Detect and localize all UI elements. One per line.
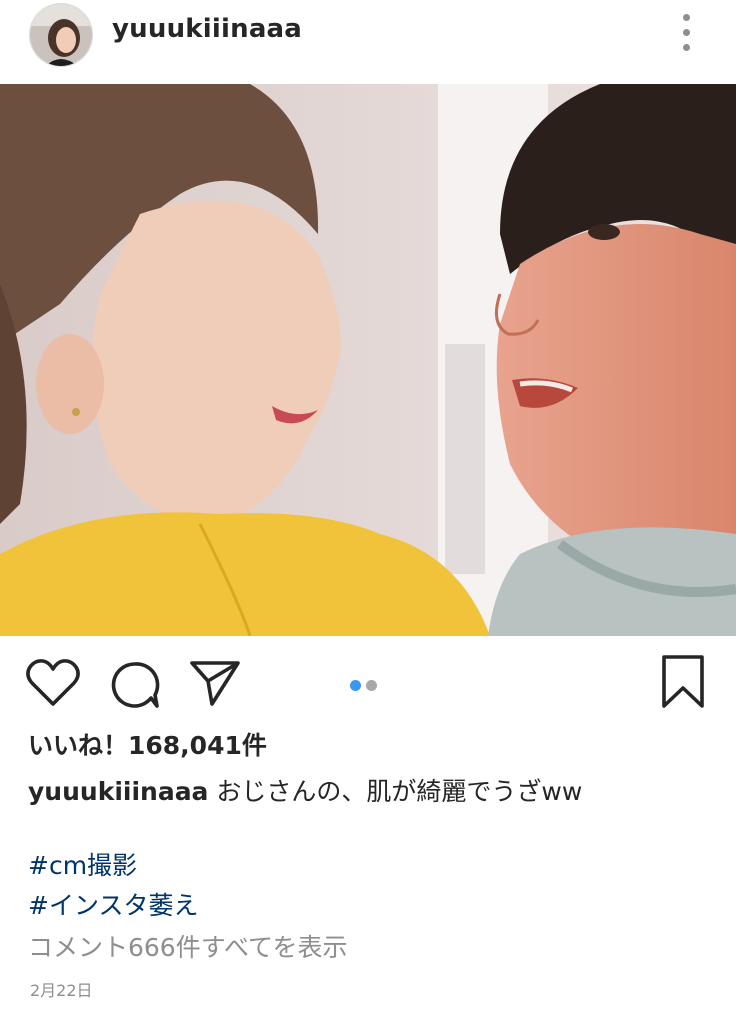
carousel-dot-active [350, 680, 361, 691]
paper-plane-icon[interactable] [188, 658, 242, 712]
post-date: 2月22日 [30, 981, 93, 1000]
view-comments-link[interactable]: コメント666件すべてを表示 [28, 928, 347, 964]
caption: yuuukiiinaaa おじさんの、肌が綺麗でうざww [28, 772, 688, 812]
post-header: yuuukiiinaaa [0, 0, 736, 84]
more-vertical-icon[interactable] [672, 10, 702, 56]
caption-username[interactable]: yuuukiiinaaa [28, 777, 208, 806]
post-photo[interactable] [0, 84, 736, 636]
bookmark-icon[interactable] [660, 654, 706, 714]
likes-count[interactable]: いいね！168,041件 [28, 726, 267, 762]
caption-text: おじさんの、肌が綺麗でうざww [208, 777, 583, 806]
action-bar [0, 636, 736, 732]
heart-icon[interactable] [26, 658, 80, 712]
comment-bubble-icon[interactable] [110, 660, 160, 714]
post-username[interactable]: yuuukiiinaaa [112, 14, 302, 44]
hashtag-link[interactable]: #インスタ萎え [28, 886, 198, 922]
avatar[interactable] [29, 3, 93, 67]
carousel-indicator [350, 676, 382, 691]
hashtag-link[interactable]: #cm撮影 [28, 846, 137, 882]
carousel-dot [366, 680, 377, 691]
